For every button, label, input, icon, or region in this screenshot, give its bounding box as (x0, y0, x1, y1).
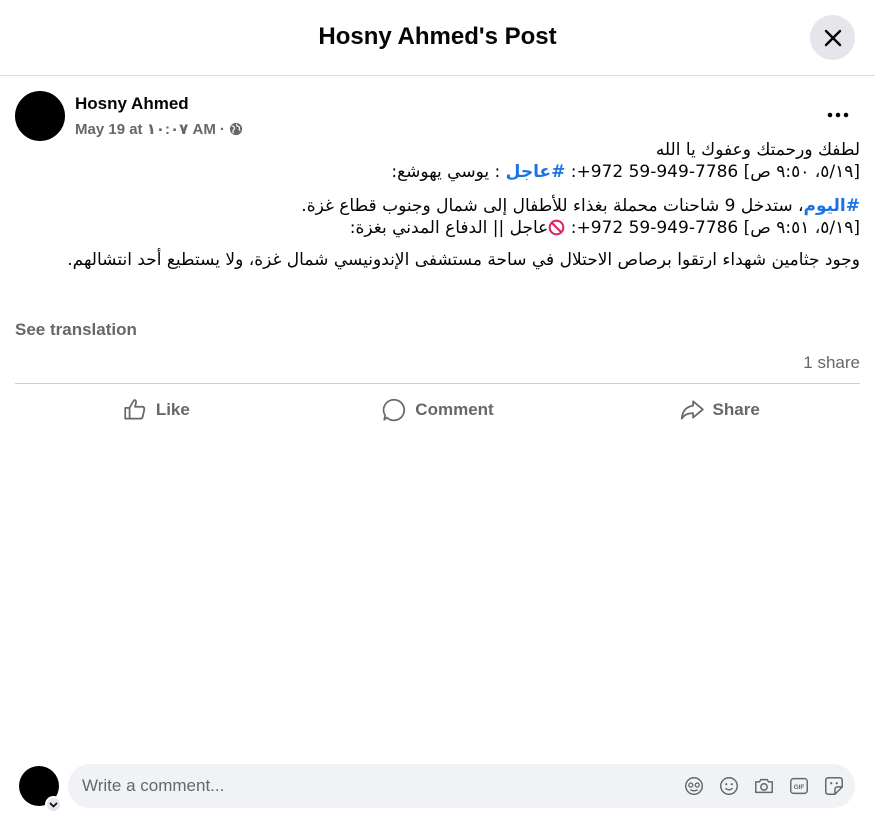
camera-icon[interactable] (752, 774, 775, 797)
dialog-title: Hosny Ahmed's Post (318, 23, 557, 50)
like-button[interactable]: Like (15, 392, 297, 428)
avatar-sticker-icon[interactable] (682, 774, 705, 797)
hashtag-link[interactable]: #اليوم (803, 196, 860, 216)
like-icon (124, 399, 145, 420)
post-line: لطفك ورحمتك وعفوك يا الله (655, 140, 860, 160)
post-date[interactable]: May 19 at ١٠:٠٧ AM (75, 120, 216, 138)
post-meta: May 19 at ١٠:٠٧ AM · (75, 120, 243, 138)
author-name[interactable]: Hosny Ahmed (75, 94, 189, 114)
more-icon (827, 112, 849, 118)
meta-separator: · (219, 120, 225, 138)
share-icon (680, 400, 704, 420)
post-line: [٥/١٩، ٩:٥٠ ص] 7786-949-59 972+: #عاجل :… (391, 162, 860, 182)
close-button[interactable] (810, 15, 855, 60)
chevron-down-icon[interactable] (45, 796, 62, 813)
post-line: [٥/١٩، ٩:٥١ ص] 7786-949-59 972+: عاجل ||… (349, 218, 860, 238)
action-bar: Like Comment Share (15, 392, 860, 428)
comment-composer: GIF (68, 764, 855, 808)
share-count[interactable]: 1 share (803, 353, 860, 373)
post-line: وجود جثامين شهداء ارتقوا برصاص الاحتلال … (67, 250, 860, 270)
share-label: Share (712, 400, 760, 419)
more-options-button[interactable] (818, 100, 858, 130)
dialog-header: Hosny Ahmed's Post (0, 0, 875, 76)
post-line: #اليوم، ستدخل 9 شاحنات محملة بغذاء للأطف… (301, 196, 860, 216)
svg-text:GIF: GIF (793, 784, 804, 791)
comment-label: Comment (415, 400, 494, 419)
like-label: Like (155, 400, 190, 419)
close-icon (824, 29, 841, 46)
comment-input[interactable] (82, 776, 662, 796)
hashtag-link[interactable]: #عاجل (506, 162, 566, 182)
gif-icon[interactable]: GIF (787, 774, 810, 797)
globe-icon[interactable] (229, 122, 243, 136)
emoji-icon[interactable] (717, 774, 740, 797)
see-translation-link[interactable]: See translation (15, 320, 137, 340)
author-avatar[interactable] (15, 91, 65, 141)
divider (15, 383, 860, 384)
share-button[interactable]: Share (578, 392, 860, 428)
comment-icon (383, 398, 406, 422)
no-entry-icon (548, 219, 565, 236)
comment-button[interactable]: Comment (297, 392, 579, 428)
post-body: لطفك ورحمتك وعفوك يا الله [٥/١٩، ٩:٥٠ ص]… (15, 139, 860, 271)
sticker-icon[interactable] (822, 774, 845, 797)
comment-tools: GIF (682, 774, 845, 797)
